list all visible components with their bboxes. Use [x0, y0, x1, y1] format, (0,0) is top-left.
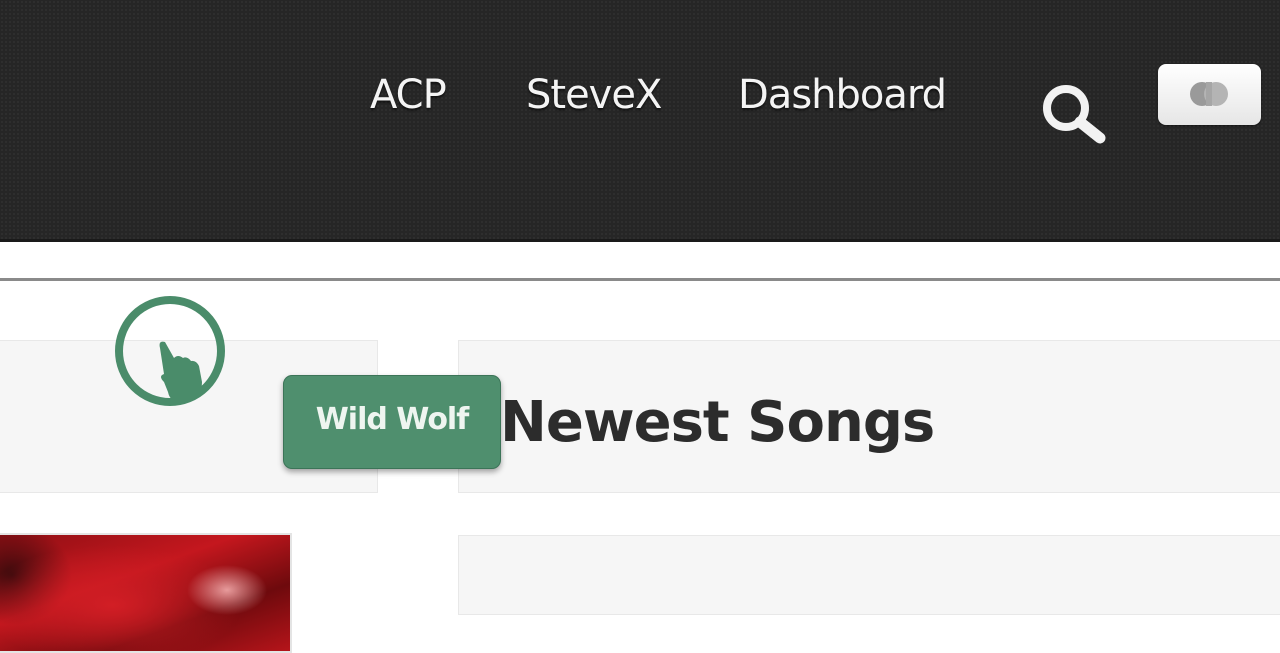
tooltip-text: Wild Wolf — [315, 402, 470, 437]
toggle-button[interactable] — [1158, 64, 1261, 125]
song-list-panel — [458, 535, 1280, 615]
nav-dashboard-link[interactable]: Dashboard — [738, 72, 947, 118]
nav-acp-link[interactable]: ACP — [370, 72, 447, 118]
user-tooltip: Wild Wolf — [283, 375, 501, 469]
section-title: Newest Songs — [500, 390, 935, 455]
hand-pointer-icon — [115, 296, 225, 406]
header-divider — [0, 278, 1280, 281]
top-navbar: ACP SteveX Dashboard — [0, 0, 1280, 242]
search-icon — [1043, 85, 1106, 144]
nav-user-link[interactable]: SteveX — [526, 72, 662, 118]
toggle-icon — [1190, 82, 1228, 106]
search-button[interactable] — [1036, 80, 1112, 146]
album-thumbnail[interactable] — [0, 533, 292, 653]
